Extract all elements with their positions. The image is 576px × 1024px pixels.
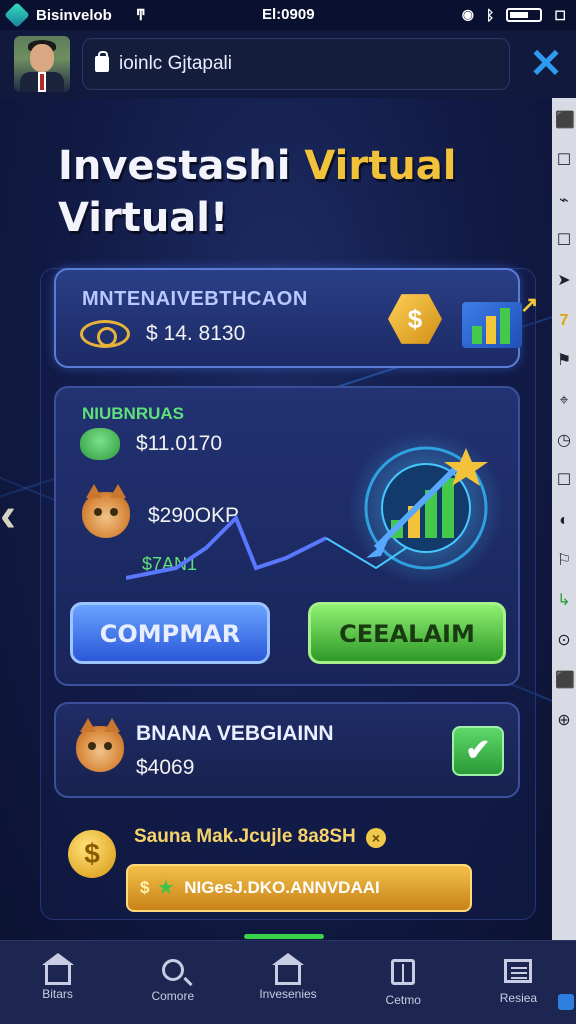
- search-input[interactable]: ioinlc Gjtapali: [82, 38, 510, 90]
- wifi-icon: ͳ: [135, 7, 146, 24]
- trend-chart-graphic: [126, 430, 504, 586]
- nav-item-news[interactable]: Resiea: [461, 941, 576, 1024]
- square-icon: ◻: [554, 6, 566, 22]
- status-bar: Bisinvelob ͳ El:0909 ◉ ᛒ ◻: [0, 0, 576, 30]
- promo-button[interactable]: $ ★ NIGesJ.DKO.ANNVDAAI: [126, 864, 472, 912]
- star-icon: ★: [158, 878, 174, 897]
- promo-button-label: NIGesJ.DKO.ANNVDAAI: [184, 878, 380, 897]
- promo-title: Sauna Mak.Jcujle 8a8SH: [134, 826, 356, 847]
- portfolio-card-title: MNTENAIVEBTHCAON: [82, 288, 308, 310]
- hero-title-part1: Investashi: [58, 143, 305, 189]
- nav-label: Invesenies: [259, 987, 317, 1001]
- corner-badge-icon: [558, 994, 574, 1010]
- investment-card-value: $4069: [136, 756, 195, 779]
- promo-close-button[interactable]: ×: [366, 828, 386, 848]
- side-rail-icon[interactable]: ◷: [555, 432, 573, 450]
- app-gem-icon: [4, 2, 30, 28]
- nav-item-search[interactable]: Comore: [115, 941, 230, 1024]
- home-icon: [41, 953, 74, 985]
- compare-button[interactable]: COMPMAR: [70, 602, 270, 664]
- side-rail-icon[interactable]: 7: [555, 312, 573, 330]
- nav-label: Resiea: [499, 991, 538, 1005]
- side-rail-icon[interactable]: ☐: [555, 152, 573, 170]
- news-icon: [504, 959, 533, 983]
- check-button[interactable]: ✔: [452, 726, 504, 776]
- nav-item-book[interactable]: Cetmo: [346, 941, 461, 1024]
- avatar[interactable]: [14, 36, 70, 92]
- dollar-icon: $: [140, 878, 150, 897]
- search-text: ioinlc Gjtapali: [119, 53, 232, 74]
- search-icon: [161, 959, 184, 981]
- nav-label: Comore: [151, 989, 195, 1003]
- side-rail-icon[interactable]: ☐: [555, 472, 573, 490]
- header: ioinlc Gjtapali ✕: [0, 30, 576, 98]
- market-card: NIUBNRUAS $11.0170 $290OKP $7AN1 COMPMAR…: [54, 386, 520, 686]
- nav-item-investments[interactable]: Invesenies: [230, 941, 345, 1024]
- side-rail-icon[interactable]: ⚑: [555, 352, 573, 370]
- side-rail-icon[interactable]: ◐: [555, 512, 573, 530]
- house-icon: [272, 953, 304, 985]
- portfolio-card-value: $ 14. 8130: [146, 322, 246, 345]
- side-rail-icon[interactable]: ⌁: [555, 192, 573, 210]
- trend-line: [126, 514, 327, 580]
- record-icon: ◉: [461, 6, 474, 22]
- battery-icon: [506, 7, 543, 22]
- side-rail-icon[interactable]: ↳: [555, 592, 573, 610]
- side-rail-icon[interactable]: ⚐: [555, 552, 573, 570]
- side-rail-icon[interactable]: ⊙: [555, 632, 573, 650]
- home-indicator: [244, 934, 324, 939]
- side-rail-icon[interactable]: ⊕: [555, 712, 573, 730]
- nav-label: Cetmo: [385, 993, 421, 1007]
- side-rail-icon[interactable]: ⬛: [555, 112, 575, 130]
- market-card-label: NIUBNRUAS: [82, 404, 184, 423]
- status-app-name: Bisinvelob: [36, 6, 112, 24]
- hex-coin-icon: $: [388, 294, 442, 344]
- bottom-nav: Bitars Comore Invesenies Cetmo Resiea: [0, 940, 576, 1024]
- nav-item-home[interactable]: Bitars: [0, 941, 115, 1024]
- hero-title-line2: Virtual!: [58, 195, 229, 241]
- coin-icon: $: [68, 830, 116, 878]
- bag-icon: [95, 51, 109, 72]
- close-button[interactable]: ✕: [526, 44, 566, 84]
- side-rail-icon[interactable]: ☐: [555, 232, 573, 250]
- investment-card-title: BNANA VEBGIAINN: [136, 722, 334, 745]
- status-icons: ◉ ᛒ ◻: [462, 6, 566, 23]
- investment-card[interactable]: BNANA VEBGIAINN $4069 ✔: [54, 702, 520, 798]
- status-app: Bisinvelob ͳ: [4, 2, 208, 28]
- side-rail: ⬛ ☐ ⌁ ☐ ➤ 7 ⚑ ⌖ ◷ ☐ ◐ ⚐ ↳ ⊙ ⬛ ⊕: [552, 98, 576, 940]
- bar-4: [442, 478, 454, 538]
- cat-icon: [82, 484, 130, 538]
- bluetooth-icon: ᛒ: [485, 6, 495, 23]
- status-time: El:0909: [262, 6, 315, 23]
- cat-icon: [76, 718, 124, 772]
- hero-title: Investashi Virtual Virtual!: [58, 140, 498, 244]
- side-rail-icon[interactable]: ⌖: [555, 392, 573, 410]
- portfolio-card[interactable]: MNTENAIVEBTHCAON $ 14. 8130 $ ↗: [54, 268, 538, 368]
- swirl-icon: [80, 320, 130, 348]
- side-rail-icon[interactable]: ➤: [555, 272, 573, 290]
- book-icon: [391, 959, 416, 985]
- money-stack-icon: [80, 428, 120, 460]
- left-arrow-icon[interactable]: ‹: [0, 488, 30, 544]
- nav-label: Bitars: [42, 987, 73, 1001]
- side-rail-icon[interactable]: ⬛: [555, 672, 575, 690]
- growth-chart-icon: ↗: [462, 292, 548, 350]
- hero-title-accent: Virtual: [304, 143, 457, 189]
- claim-button[interactable]: CEEALAIM: [308, 602, 506, 664]
